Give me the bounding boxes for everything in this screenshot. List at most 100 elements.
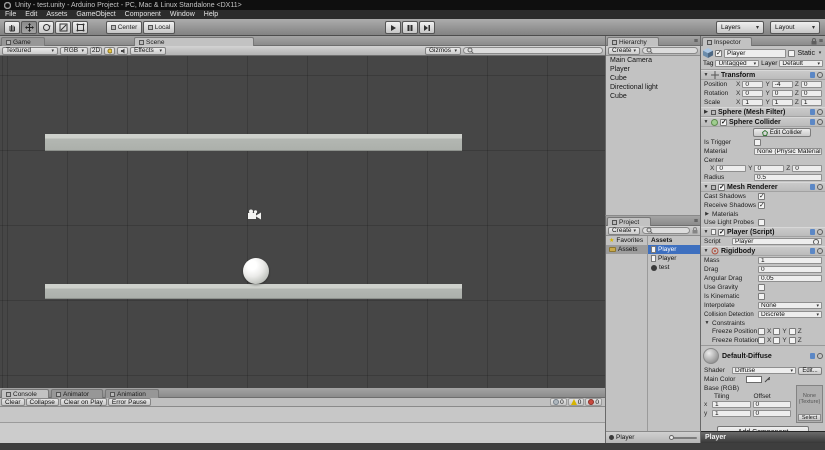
effects-dropdown[interactable]: Effects (130, 47, 166, 55)
draw-mode-dropdown[interactable]: Textured (2, 47, 58, 55)
cast-shadows-checkbox[interactable] (758, 193, 765, 200)
help-book-icon[interactable] (810, 184, 815, 190)
is-kinematic-checkbox[interactable] (758, 293, 765, 300)
freeze-rotation-x-checkbox[interactable] (758, 337, 765, 344)
move-tool-button[interactable] (21, 21, 37, 34)
menu-edit[interactable]: Edit (25, 11, 37, 18)
receive-shadows-checkbox[interactable] (758, 202, 765, 209)
scene-search-input[interactable] (463, 47, 603, 54)
freeze-position-y-checkbox[interactable] (773, 328, 780, 335)
freeze-rotation-z-checkbox[interactable] (789, 337, 796, 344)
layer-dropdown[interactable]: Default (779, 60, 823, 67)
inspector-menu-icon[interactable]: ≡ (819, 38, 823, 45)
console-detail-area[interactable] (0, 422, 605, 443)
component-enabled-checkbox[interactable] (718, 184, 725, 191)
physic-material-field[interactable]: None (Physic Material) (754, 148, 822, 155)
eyedropper-icon[interactable] (764, 376, 770, 383)
component-enabled-checkbox[interactable] (720, 119, 727, 126)
center-x-field[interactable]: 0 (716, 165, 746, 172)
foldout-icon[interactable]: ▶ (704, 211, 710, 217)
console-error-pause-button[interactable]: Error Pause (108, 398, 151, 406)
hierarchy-menu-icon[interactable]: ≡ (694, 38, 698, 45)
play-button[interactable] (385, 21, 401, 34)
mass-field[interactable]: 1 (758, 257, 822, 264)
scale-x-field[interactable]: 1 (742, 99, 763, 106)
interpolate-dropdown[interactable]: None (758, 302, 822, 309)
tab-project[interactable]: Project (607, 217, 651, 226)
foldout-icon[interactable]: ▼ (703, 248, 709, 254)
menu-help[interactable]: Help (204, 11, 218, 18)
space-local-button[interactable]: Local (143, 21, 175, 34)
warning-count-toggle[interactable]: 0 (568, 398, 585, 406)
project-assets-folder[interactable]: Assets (606, 245, 647, 254)
project-create-button[interactable]: Create (608, 227, 640, 235)
error-count-toggle[interactable]: 0 (585, 398, 602, 406)
cube-platform-bottom[interactable] (45, 284, 462, 299)
hierarchy-item-main-camera[interactable]: Main Camera (606, 56, 700, 65)
lock-icon[interactable] (692, 227, 698, 234)
step-button[interactable] (419, 21, 435, 34)
console-collapse-button[interactable]: Collapse (26, 398, 59, 406)
foldout-icon[interactable]: ▶ (703, 109, 709, 115)
tab-animator[interactable]: Animator (51, 389, 103, 398)
shader-dropdown[interactable]: Diffuse (732, 367, 796, 374)
tab-animation[interactable]: Animation (105, 389, 159, 398)
asset-zoom-slider[interactable] (669, 437, 697, 439)
menu-file[interactable]: File (5, 11, 16, 18)
lighting-toggle-button[interactable] (104, 47, 115, 55)
static-checkbox[interactable] (788, 50, 795, 57)
project-item-player[interactable]: Player (648, 254, 700, 263)
hierarchy-item-cube-2[interactable]: Cube (606, 92, 700, 101)
foldout-icon[interactable]: ▼ (703, 184, 709, 190)
project-favorites[interactable]: ★Favorites (606, 236, 647, 245)
project-item-test[interactable]: test (648, 263, 700, 272)
project-menu-icon[interactable]: ≡ (694, 218, 698, 225)
position-z-field[interactable]: 0 (801, 81, 822, 88)
materials-foldout-row[interactable]: ▶ Materials (701, 210, 825, 218)
gear-icon[interactable] (817, 353, 823, 359)
freeze-rotation-y-checkbox[interactable] (773, 337, 780, 344)
help-book-icon[interactable] (810, 72, 815, 78)
render-channel-dropdown[interactable]: RGB (60, 47, 88, 55)
scale-z-field[interactable]: 1 (801, 99, 822, 106)
hierarchy-search-input[interactable] (642, 47, 698, 54)
player-sphere-object[interactable] (243, 258, 269, 284)
menu-assets[interactable]: Assets (46, 11, 67, 18)
pause-button[interactable] (402, 21, 418, 34)
rotation-x-field[interactable]: 0 (742, 90, 763, 97)
gear-icon[interactable] (817, 184, 823, 190)
inspector-preview-bar[interactable]: Player (701, 431, 825, 443)
base-texture-slot[interactable]: None (Texture) Select (796, 385, 823, 423)
collision-detection-dropdown[interactable]: Discrete (758, 311, 822, 318)
center-y-field[interactable]: 0 (754, 165, 784, 172)
lock-icon[interactable] (811, 38, 817, 45)
offset-x-field[interactable]: 0 (753, 401, 792, 408)
camera-gizmo-icon[interactable] (246, 209, 263, 221)
tab-console[interactable]: Console (1, 389, 49, 398)
hand-tool-button[interactable] (4, 21, 20, 34)
hierarchy-create-button[interactable]: Create (608, 47, 640, 55)
project-search-input[interactable] (642, 227, 690, 234)
offset-y-field[interactable]: 0 (753, 410, 792, 417)
gear-icon[interactable] (817, 248, 823, 254)
help-book-icon[interactable] (810, 248, 815, 254)
foldout-icon[interactable]: ▼ (704, 320, 710, 326)
2d-toggle-button[interactable]: 2D (90, 47, 102, 55)
info-count-toggle[interactable]: 0 (550, 398, 567, 406)
static-dropdown-arrow[interactable]: ▾ (817, 50, 823, 56)
edit-collider-button[interactable]: Edit Collider (753, 128, 811, 137)
foldout-icon[interactable]: ▼ (703, 229, 709, 235)
tiling-y-field[interactable]: 1 (712, 410, 751, 417)
layout-dropdown[interactable]: Layout (770, 21, 820, 34)
project-item-player-selected[interactable]: Player (648, 245, 700, 254)
menu-gameobject[interactable]: GameObject (76, 11, 115, 18)
audio-toggle-button[interactable] (117, 47, 128, 55)
help-book-icon[interactable] (810, 229, 815, 235)
menu-component[interactable]: Component (125, 11, 161, 18)
gear-icon[interactable] (817, 229, 823, 235)
help-book-icon[interactable] (810, 119, 815, 125)
menu-window[interactable]: Window (170, 11, 195, 18)
layers-dropdown[interactable]: Layers (716, 21, 764, 34)
scale-tool-button[interactable] (55, 21, 71, 34)
gear-icon[interactable] (817, 72, 823, 78)
